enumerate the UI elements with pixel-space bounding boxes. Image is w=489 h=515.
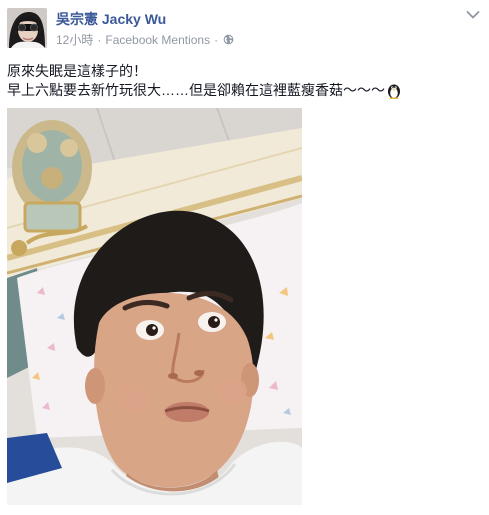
chevron-down-icon[interactable] (466, 10, 480, 20)
post-message: 原來失眠是這樣子的！ 早上六點要去新竹玩很大……但是卻賴在這裡藍瘦香菇～～～ (7, 62, 402, 100)
post-text-line: 早上六點要去新竹玩很大……但是卻賴在這裡藍瘦香菇～～～ (7, 81, 402, 100)
post-source-link[interactable]: Facebook Mentions (105, 33, 210, 47)
author-name-link[interactable]: 吳宗憲 Jacky Wu (56, 9, 166, 29)
facebook-post: 吳宗憲 Jacky Wu 12小時 · Facebook Mentions · … (0, 0, 489, 515)
post-text-line: 原來失眠是這樣子的！ (7, 62, 402, 81)
avatar-image (7, 8, 47, 48)
post-timestamp[interactable]: 12小時 (56, 31, 93, 48)
meta-separator-2: · (214, 32, 219, 47)
globe-icon[interactable] (223, 34, 234, 45)
meta-separator: · (97, 32, 102, 47)
post-meta: 12小時 · Facebook Mentions · (56, 31, 234, 48)
post-photo[interactable] (7, 108, 302, 505)
post-text-line-2: 早上六點要去新竹玩很大……但是卻賴在這裡藍瘦香菇～～～ (7, 82, 385, 98)
penguin-icon (388, 84, 400, 99)
profile-avatar[interactable] (7, 8, 47, 48)
post-text-line-1: 原來失眠是這樣子的！ (7, 63, 147, 79)
selfie-photo (7, 108, 302, 505)
